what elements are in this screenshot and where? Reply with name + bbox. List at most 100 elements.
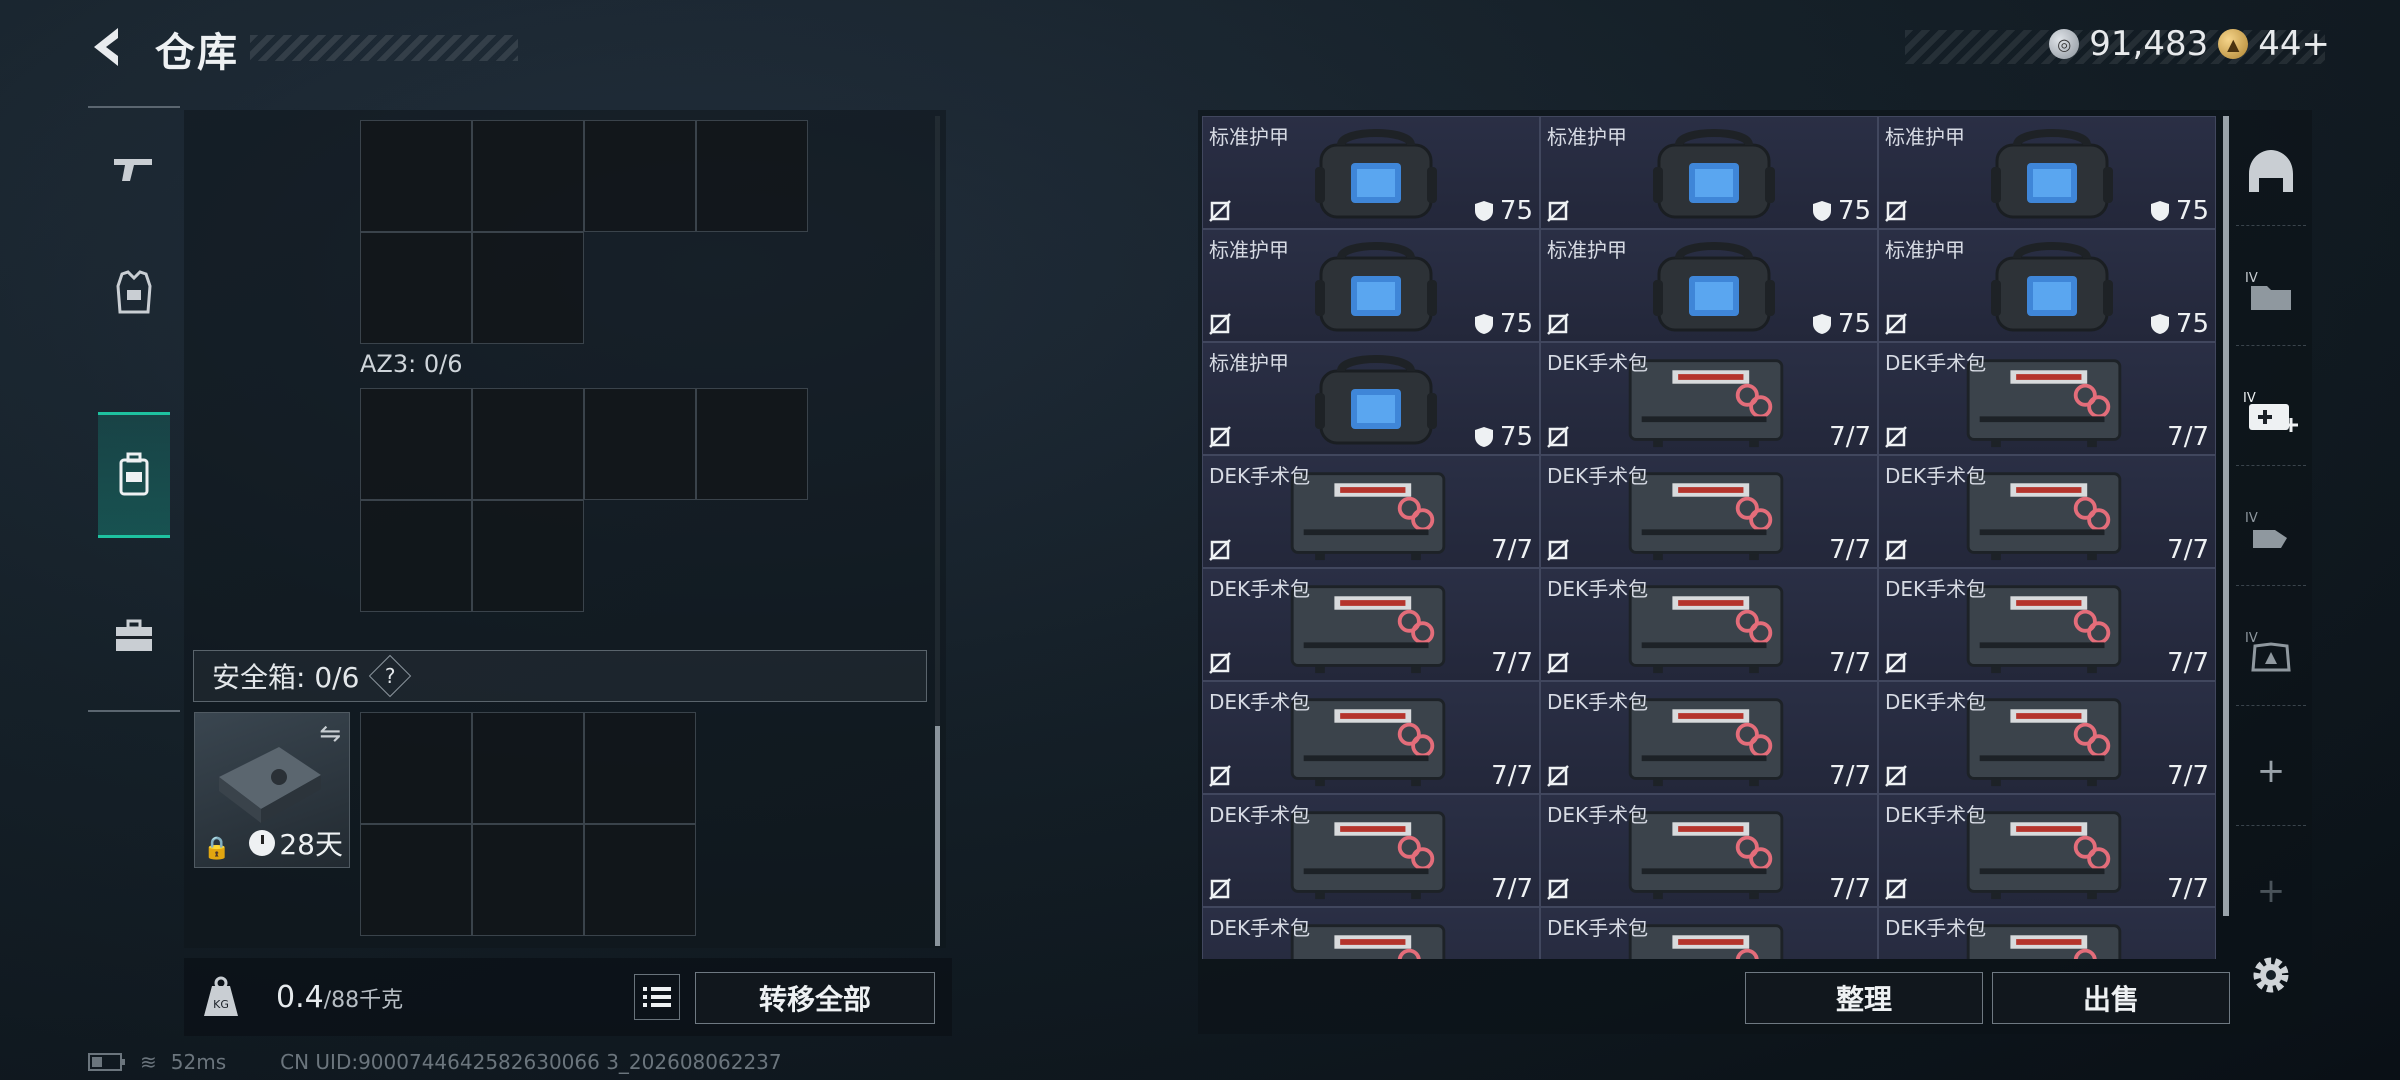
inventory-item-armor[interactable]: 标准护甲 75 — [1878, 116, 2216, 229]
nav-divider-bottom — [88, 710, 180, 712]
uid-text: CN UID:9000744642582630066 3_20260806223… — [280, 1050, 782, 1074]
inventory-item-armor[interactable]: 标准护甲 75 — [1540, 116, 1878, 229]
grid-slot[interactable] — [472, 824, 584, 936]
add-slot-button-1[interactable]: + — [2236, 716, 2306, 826]
no-bring-out-icon — [1209, 426, 1231, 448]
nav-weapons[interactable] — [98, 108, 170, 228]
item-value: 75 — [1499, 196, 1533, 226]
inventory-item-medkit[interactable]: DEK手术包7/7 — [1202, 568, 1540, 681]
add-slot-button-2[interactable]: + — [2236, 836, 2306, 946]
inventory-item-medkit[interactable]: DEK手术包7/7 — [1878, 342, 2216, 455]
nav-container-iv-3[interactable]: IV — [2236, 596, 2306, 706]
grid-slot[interactable] — [584, 120, 696, 232]
inventory-item-medkit[interactable]: DEK手术包7/7 — [1540, 342, 1878, 455]
inventory-item-medkit[interactable]: DEK手术包7/7 — [1878, 907, 2216, 959]
inventory-item-armor[interactable]: 标准护甲 75 — [1202, 229, 1540, 342]
sort-button[interactable]: 整理 — [1745, 972, 1983, 1024]
silver-coin-icon: ◎ — [2049, 29, 2080, 59]
ping-value: 52ms — [170, 1050, 227, 1074]
item-value: 75 — [1837, 196, 1871, 226]
grid-slot[interactable] — [584, 388, 696, 500]
list-view-button[interactable] — [634, 974, 680, 1020]
grid-slot[interactable] — [584, 712, 696, 824]
settings-gear-icon[interactable] — [2248, 952, 2294, 998]
back-arrow-icon[interactable] — [84, 22, 134, 72]
inventory-item-medkit[interactable]: DEK手术包7/7 — [1202, 794, 1540, 907]
pistol-icon — [114, 159, 152, 181]
swap-icon[interactable]: ⇋ — [319, 719, 341, 749]
medkit-uses: 7/7 — [2167, 422, 2209, 452]
inventory-item-medkit[interactable]: DEK手术包7/7 — [1878, 794, 2216, 907]
left-scrollbar-thumb[interactable] — [935, 726, 940, 946]
inventory-item-armor[interactable]: 标准护甲 75 — [1878, 229, 2216, 342]
no-bring-out-icon — [1547, 313, 1569, 335]
inventory-item-medkit[interactable]: DEK手术包7/7 — [1878, 681, 2216, 794]
medkit-uses: 7/7 — [1829, 874, 1871, 904]
nav-container-iv-2[interactable]: IV — [2236, 476, 2306, 586]
nav-backpack[interactable] — [98, 412, 170, 538]
medkit-uses: 7/7 — [1491, 535, 1533, 565]
transfer-all-button[interactable]: 转移全部 — [695, 972, 935, 1024]
sell-button[interactable]: 出售 — [1992, 972, 2230, 1024]
grid-slot[interactable] — [472, 388, 584, 500]
grid-slot[interactable] — [360, 120, 472, 232]
grid-slot[interactable] — [472, 712, 584, 824]
item-name: 标准护甲 — [1209, 238, 1289, 262]
grid-slot[interactable] — [472, 232, 584, 344]
shield-icon — [2150, 201, 2169, 221]
gold-amount[interactable]: 44+ — [2258, 24, 2330, 64]
grid-slot[interactable] — [696, 120, 808, 232]
inventory-item-armor[interactable]: 标准护甲 75 — [1202, 116, 1540, 229]
inventory-item-medkit[interactable]: DEK手术包 7/7 — [1878, 455, 2216, 568]
grid-slot[interactable] — [360, 712, 472, 824]
medkit-add-icon: IV — [2243, 391, 2298, 432]
inventory-item-medkit[interactable]: DEK手术包7/7 — [1202, 681, 1540, 794]
left-scrollbar[interactable] — [935, 116, 940, 946]
grid-slot[interactable] — [584, 824, 696, 936]
item-value: 7/7 — [1829, 761, 1871, 791]
safe-box-item[interactable]: ⇋ 🔒 28天 — [194, 712, 350, 868]
help-icon[interactable]: ? — [369, 654, 412, 698]
nav-container-iv-1[interactable]: IV — [2236, 236, 2306, 346]
inventory-item-armor[interactable]: 标准护甲 75 — [1202, 342, 1540, 455]
nav-container-iv-add[interactable]: IV — [2236, 356, 2306, 466]
shield-icon — [2150, 314, 2169, 334]
medkit-uses: 7/7 — [2167, 874, 2209, 904]
inventory-item-medkit[interactable]: DEK手术包7/7 — [1540, 681, 1878, 794]
safe-box-icon — [219, 747, 321, 823]
grid-slot[interactable] — [360, 824, 472, 936]
grid-slot[interactable] — [360, 500, 472, 612]
grid-slot[interactable] — [360, 232, 472, 344]
svg-text:IV: IV — [2245, 271, 2258, 286]
grid-slot[interactable] — [360, 388, 472, 500]
item-name: DEK手术包 — [1885, 464, 1987, 488]
nav-helmet[interactable] — [2236, 116, 2306, 226]
item-value: 7/7 — [2167, 648, 2209, 678]
inventory-item-medkit[interactable]: DEK手术包7/7 — [1540, 907, 1878, 959]
nav-case[interactable] — [98, 576, 170, 696]
inventory-item-medkit[interactable]: DEK手术包7/7 — [1878, 568, 2216, 681]
grid-slot[interactable] — [696, 388, 808, 500]
item-value: 7/7 — [2167, 535, 2209, 565]
inventory-item-medkit[interactable]: DEK手术包7/7 — [1202, 907, 1540, 959]
grid-slot[interactable] — [472, 500, 584, 612]
inventory-scrollbar[interactable] — [2223, 116, 2229, 916]
nav-armor[interactable] — [98, 232, 170, 352]
armor-durability: 75 — [1474, 309, 1533, 339]
item-value: 7/7 — [1491, 874, 1533, 904]
status-bar: ≋ 52ms CN UID:9000744642582630066 3_2026… — [88, 1050, 782, 1074]
grid-slot[interactable] — [472, 120, 584, 232]
no-bring-out-icon — [1885, 313, 1907, 335]
no-bring-out-icon — [1885, 200, 1907, 222]
medkit-uses: 7/7 — [1829, 535, 1871, 565]
inventory-item-medkit[interactable]: DEK手术包7/7 — [1540, 794, 1878, 907]
inventory-item-medkit[interactable]: DEK手术包7/7 — [1202, 455, 1540, 568]
inventory-item-medkit[interactable]: DEK手术包7/7 — [1540, 568, 1878, 681]
inventory-item-medkit[interactable]: DEK手术包7/7 — [1540, 455, 1878, 568]
gold-coin-icon: ▲ — [2218, 29, 2249, 59]
inventory-scrollbar-thumb[interactable] — [2223, 116, 2229, 916]
briefcase-icon — [116, 619, 152, 651]
plus-icon: + — [2256, 750, 2286, 791]
inventory-item-armor[interactable]: 标准护甲 75 — [1540, 229, 1878, 342]
inventory-grid-viewport[interactable]: 标准护甲 75 标准护甲 75 标准护甲 75 标准护甲 75 标准护甲 75 标准护甲 75 标准护甲… — [1202, 116, 2217, 959]
